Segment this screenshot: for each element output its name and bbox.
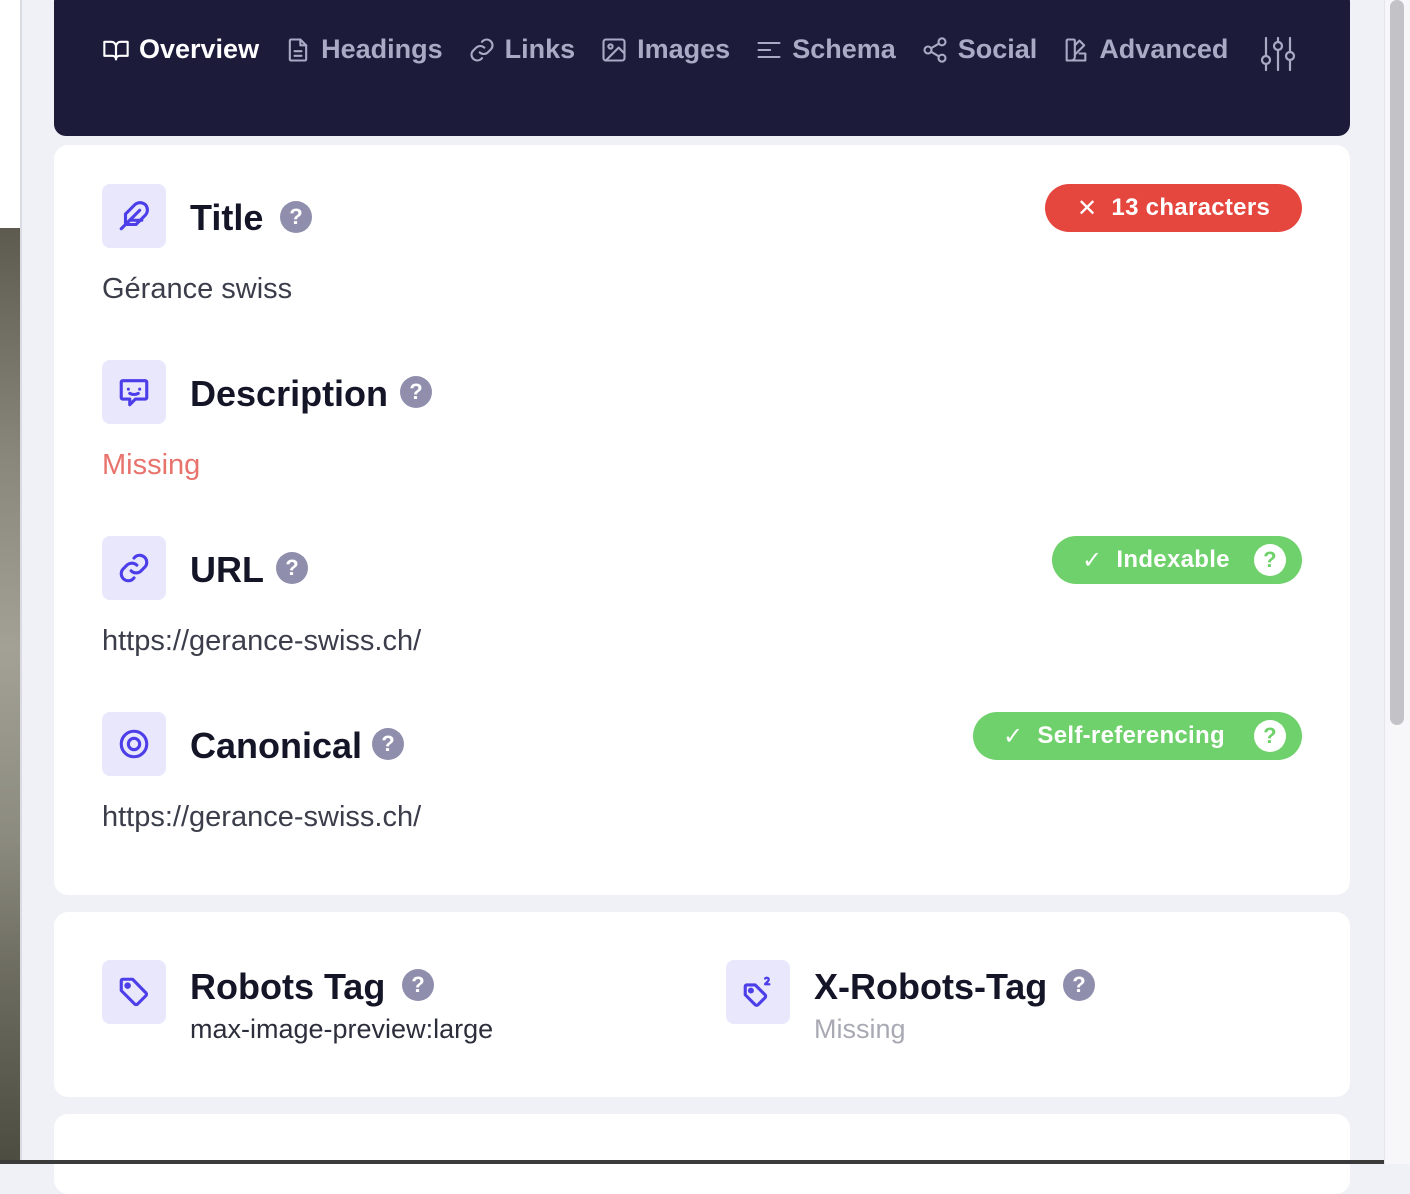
message-icon	[102, 360, 166, 424]
sliders-icon	[1260, 36, 1296, 72]
x-robots-tag-label: X-Robots-Tag	[814, 966, 1048, 1007]
tab-label: Overview	[139, 34, 260, 64]
badge-text: 13 characters	[1111, 194, 1271, 221]
indexable-badge: ✓ Indexable ?	[1052, 536, 1302, 584]
robots-tag-help-icon[interactable]: ?	[402, 969, 434, 1001]
document-icon	[288, 37, 308, 62]
x-robots-tag-value: Missing	[814, 1014, 906, 1044]
description-value: Missing	[102, 449, 201, 481]
tag-squared-icon	[726, 960, 790, 1024]
tab-social[interactable]: Social	[921, 34, 1038, 65]
next-card	[54, 1114, 1350, 1194]
x-icon: ✕	[1077, 194, 1098, 222]
tab-advanced[interactable]: Advanced	[1062, 34, 1228, 65]
list-icon	[757, 41, 781, 58]
link-icon	[470, 37, 494, 62]
canonical-help-icon[interactable]: ?	[372, 728, 404, 760]
bottom-edge	[0, 1160, 1384, 1164]
website-background-image	[0, 228, 20, 1164]
settings-button[interactable]	[1258, 34, 1298, 74]
x-robots-tag-help-icon[interactable]: ?	[1063, 969, 1095, 1001]
link-icon	[102, 536, 166, 600]
share-icon	[923, 36, 947, 63]
robots-tag-label: Robots Tag	[190, 966, 386, 1007]
robots-tag-value: max-image-preview:large	[190, 1014, 494, 1044]
tab-label: Links	[504, 34, 576, 64]
indexable-help-icon[interactable]: ?	[1254, 544, 1286, 576]
tag-icon	[102, 960, 166, 1024]
tab-headings[interactable]: Headings	[284, 34, 443, 65]
tab-navigation-bar: Overview Headings Links Images Schema So…	[54, 0, 1350, 136]
tab-label: Headings	[321, 34, 443, 64]
url-label: URL	[190, 549, 264, 590]
swatch-icon	[1065, 37, 1087, 62]
description-label: Description	[190, 373, 389, 414]
tab-label: Images	[637, 34, 731, 64]
self-referencing-badge: ✓ Self-referencing ?	[973, 712, 1302, 760]
title-help-icon[interactable]: ?	[280, 201, 312, 233]
badge-text: Indexable	[1116, 546, 1230, 573]
panel-edge	[20, 0, 22, 1164]
badge-text: Self-referencing	[1037, 722, 1225, 749]
check-icon: ✓	[1082, 546, 1103, 574]
url-help-icon[interactable]: ?	[276, 552, 308, 584]
target-icon	[102, 712, 166, 776]
image-icon	[602, 37, 626, 62]
description-help-icon[interactable]: ?	[400, 376, 432, 408]
tab-label: Social	[957, 34, 1038, 64]
scrollbar-thumb[interactable]	[1390, 0, 1404, 725]
tab-overview[interactable]: Overview	[102, 34, 259, 65]
check-icon: ✓	[1003, 722, 1024, 750]
book-open-icon	[103, 40, 129, 60]
canonical-value: https://gerance-swiss.ch/	[102, 801, 422, 833]
title-label: Title	[190, 197, 264, 238]
tab-links[interactable]: Links	[468, 34, 576, 65]
title-value: Gérance swiss	[102, 273, 293, 305]
tab-schema[interactable]: Schema	[755, 34, 896, 65]
self-referencing-help-icon[interactable]: ?	[1254, 720, 1286, 752]
canonical-label: Canonical	[190, 725, 363, 766]
tab-label: Advanced	[1099, 34, 1229, 64]
robots-card: Robots Tag ? max-image-preview:large X-R…	[54, 912, 1350, 1097]
tab-label: Schema	[792, 34, 896, 64]
tab-images[interactable]: Images	[600, 34, 730, 65]
url-value: https://gerance-swiss.ch/	[102, 625, 422, 657]
overview-card: Title ? ✕ 13 characters Gérance swiss De…	[54, 145, 1350, 895]
title-length-badge: ✕ 13 characters	[1045, 184, 1302, 232]
feather-icon	[102, 184, 166, 248]
